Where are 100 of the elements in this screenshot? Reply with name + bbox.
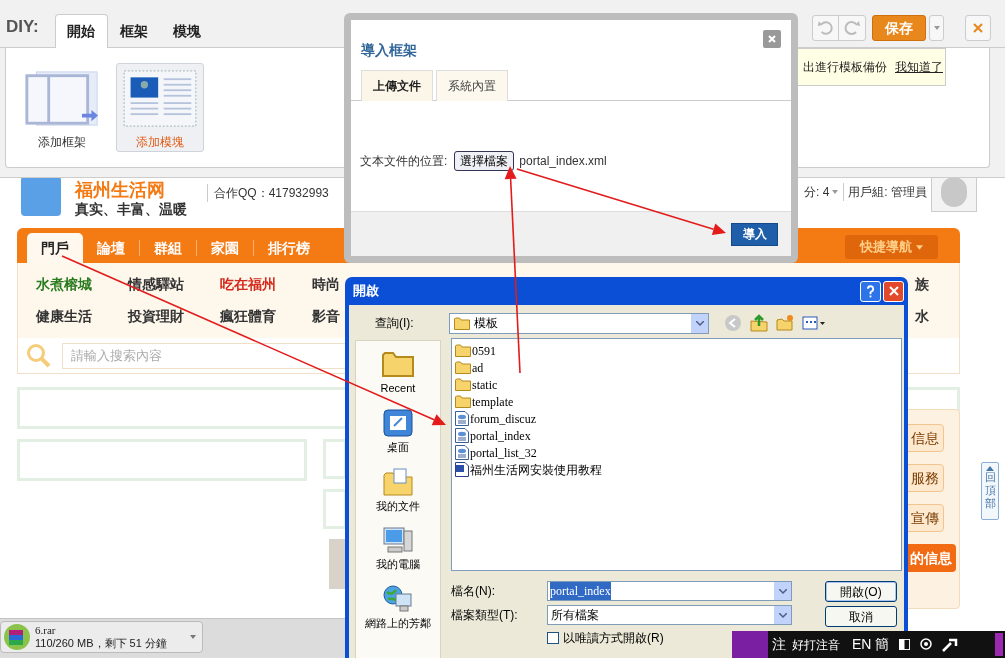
side-link-button[interactable]: 宣傳 bbox=[906, 504, 944, 532]
file-name-text: portal_index.xml bbox=[519, 153, 607, 170]
file-item[interactable]: template bbox=[455, 393, 901, 410]
caret-icon bbox=[916, 244, 923, 250]
look-in-dropdown[interactable]: 模板 bbox=[449, 312, 709, 334]
close-icon bbox=[888, 286, 899, 296]
dialog-tab[interactable]: 上傳文件 bbox=[361, 70, 433, 101]
place-shortcut[interactable]: 桌面 bbox=[382, 407, 414, 455]
back-icon[interactable] bbox=[724, 314, 742, 332]
category-link[interactable]: 吃在福州 bbox=[220, 276, 276, 292]
file-item[interactable]: ad bbox=[455, 359, 901, 376]
look-in-label: 查詢(I): bbox=[375, 315, 415, 332]
network-icon bbox=[382, 584, 414, 614]
download-status: 110/260 MB，剩下 51 分鐘 bbox=[35, 637, 167, 650]
tool-icon[interactable] bbox=[942, 637, 959, 652]
new-folder-icon[interactable] bbox=[776, 314, 794, 332]
tooltip-text: 出進行模板備份 bbox=[803, 59, 887, 76]
folder-document-icon bbox=[382, 466, 414, 497]
category-link[interactable]: 情感驛站 bbox=[128, 276, 184, 292]
folder-icon bbox=[455, 378, 471, 391]
ime-mode[interactable]: 注 bbox=[772, 634, 786, 655]
ime-handle[interactable] bbox=[995, 633, 1003, 656]
document-icon bbox=[455, 428, 469, 443]
close-button[interactable] bbox=[763, 30, 781, 48]
diy-tab[interactable]: 模塊 bbox=[160, 14, 214, 48]
frame-icon bbox=[23, 70, 101, 127]
dropdown-button[interactable] bbox=[929, 15, 944, 41]
word-document-icon bbox=[455, 462, 469, 477]
file-type-dropdown[interactable]: 所有檔案 bbox=[547, 605, 792, 625]
module-icon bbox=[120, 70, 200, 127]
readonly-label: 以唯讀方式開啟(R) bbox=[563, 630, 664, 647]
back-to-top-button[interactable]: 回頂部 bbox=[981, 462, 999, 520]
category-link[interactable]: 健康生活 bbox=[36, 308, 92, 324]
side-link-button[interactable]: 信息 bbox=[906, 424, 944, 452]
up-arrow-icon bbox=[986, 466, 994, 471]
category-link[interactable]: 水 bbox=[915, 308, 929, 324]
user-group-text: 用戶組: 管理員 bbox=[843, 183, 927, 201]
add-tool-button[interactable]: 添加框架 bbox=[18, 63, 106, 152]
yahoo-logo-icon bbox=[732, 631, 768, 658]
file-name-field[interactable]: portal_index bbox=[547, 581, 792, 601]
category-link[interactable]: 族 bbox=[915, 276, 929, 292]
diy-label: DIY: bbox=[6, 15, 39, 38]
file-item[interactable]: 福州生活网安裝使用教程 bbox=[455, 461, 901, 478]
search-icon bbox=[26, 342, 52, 369]
cancel-button[interactable]: 取消 bbox=[825, 606, 897, 627]
nav-tab[interactable]: 門戶 bbox=[27, 233, 83, 263]
file-location-label: 文本文件的位置: bbox=[360, 153, 448, 170]
chevron-down-icon bbox=[778, 612, 787, 618]
half-width-icon[interactable] bbox=[899, 639, 911, 650]
place-shortcut[interactable]: 網路上的芳鄰 bbox=[365, 584, 431, 631]
archive-icon bbox=[3, 623, 31, 651]
file-item[interactable]: forum_discuz bbox=[455, 410, 901, 427]
points-text: 分: 4 bbox=[804, 184, 830, 201]
download-file-name: 6.rar bbox=[35, 624, 57, 637]
folder-icon bbox=[454, 316, 470, 330]
file-item[interactable]: portal_list_32 bbox=[455, 444, 901, 461]
file-item[interactable]: 0591 bbox=[455, 342, 901, 359]
document-icon bbox=[455, 445, 469, 460]
file-name-label: 檔名(N): bbox=[451, 583, 496, 600]
category-link[interactable]: 瘋狂體育 bbox=[220, 308, 276, 324]
caret-icon bbox=[933, 26, 940, 30]
file-item[interactable]: static bbox=[455, 376, 901, 393]
diy-tab[interactable]: 開始 bbox=[54, 14, 108, 48]
place-shortcut[interactable]: 我的文件 bbox=[376, 466, 420, 514]
place-shortcut[interactable]: 我的電腦 bbox=[376, 525, 420, 572]
open-button[interactable]: 開啟(O) bbox=[825, 581, 897, 602]
file-item[interactable]: portal_index bbox=[455, 427, 901, 444]
ime-language[interactable]: EN bbox=[852, 634, 872, 655]
file-type-label: 檔案類型(T): bbox=[451, 607, 519, 624]
document-icon bbox=[455, 411, 469, 426]
up-folder-icon[interactable] bbox=[750, 314, 768, 332]
desktop-icon bbox=[382, 407, 414, 438]
choose-file-button[interactable]: 選擇檔案 bbox=[454, 151, 515, 171]
partner-qq-text: 合作QQ：417932993 bbox=[207, 184, 329, 202]
dialog-tab[interactable]: 系統內置 bbox=[436, 70, 508, 101]
logo-icon bbox=[21, 176, 61, 216]
help-button[interactable] bbox=[860, 280, 881, 302]
category-link[interactable]: 時尚 bbox=[312, 276, 340, 292]
place-shortcut[interactable]: Recent bbox=[380, 349, 416, 396]
folder-icon bbox=[382, 349, 414, 379]
got-it-link[interactable]: 我知道了 bbox=[895, 58, 943, 76]
folder-icon bbox=[455, 344, 471, 357]
chevron-down-icon bbox=[778, 588, 787, 594]
category-link[interactable]: 水煮榕城 bbox=[36, 276, 92, 292]
at-sign-icon[interactable] bbox=[920, 637, 933, 652]
logo-tagline: 真实、丰富、温暖 bbox=[75, 202, 187, 216]
import-button[interactable]: 導入 bbox=[731, 222, 778, 246]
computer-icon bbox=[382, 525, 414, 556]
ime-method[interactable]: 好打注音 bbox=[792, 635, 840, 654]
view-menu-icon[interactable] bbox=[802, 315, 826, 331]
dialog-title: 開啟 bbox=[353, 282, 379, 301]
ime-script[interactable]: 簡 bbox=[875, 634, 890, 655]
side-link-button[interactable]: 服務 bbox=[906, 464, 944, 492]
diy-tab[interactable]: 框架 bbox=[107, 14, 161, 48]
folder-icon bbox=[455, 395, 471, 408]
category-link[interactable]: 影音 bbox=[312, 308, 340, 324]
download-item[interactable]: 6.rar 110/260 MB，剩下 51 分鐘 bbox=[0, 621, 203, 653]
readonly-checkbox[interactable] bbox=[547, 632, 559, 644]
question-icon bbox=[866, 284, 875, 298]
category-link[interactable]: 投資理財 bbox=[128, 308, 184, 324]
